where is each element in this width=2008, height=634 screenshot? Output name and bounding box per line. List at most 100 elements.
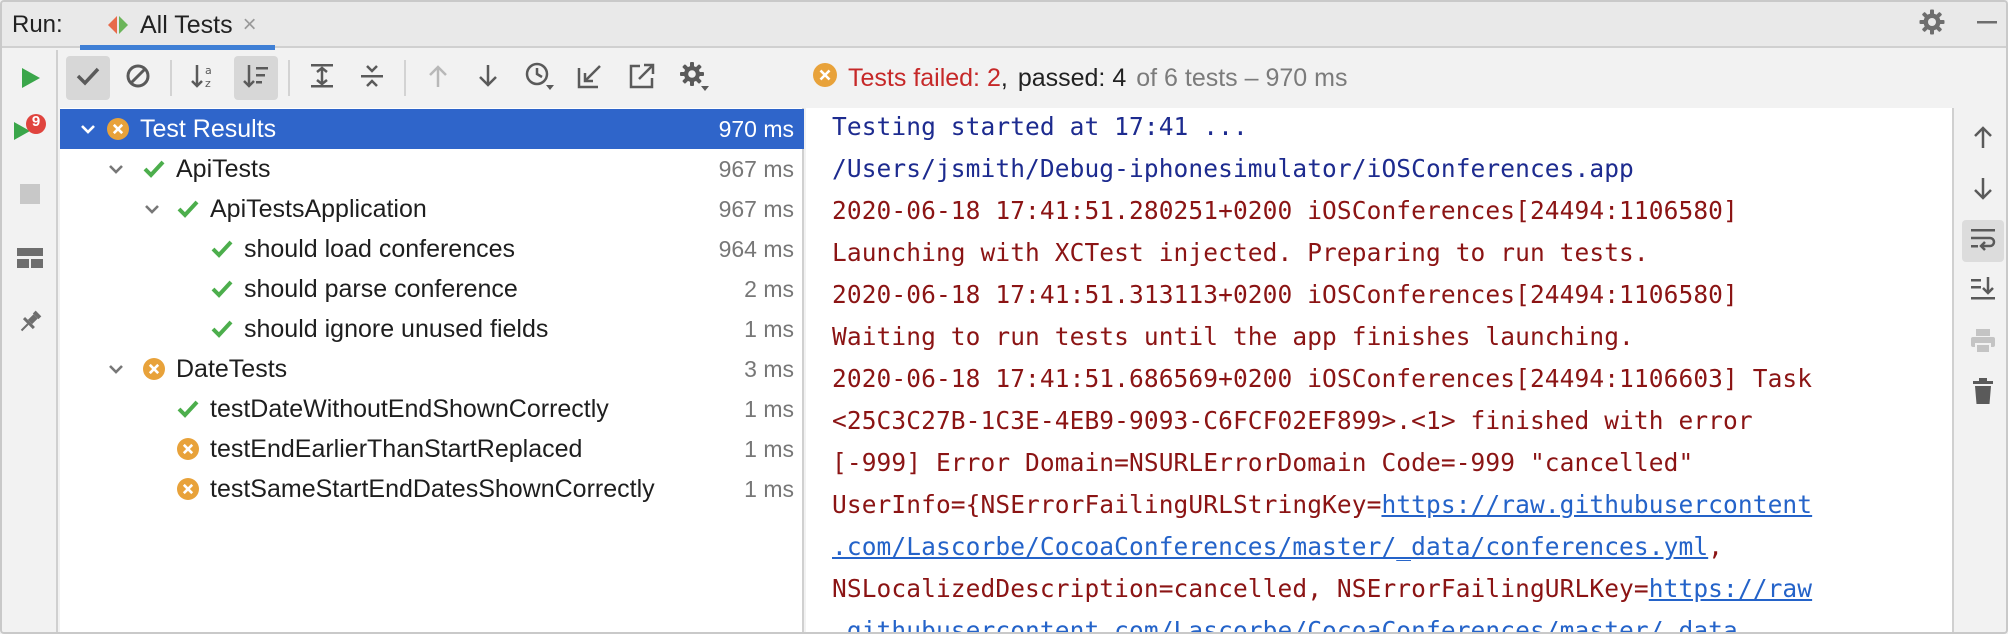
pin-button[interactable] [10,304,50,344]
previous-failed-button[interactable] [416,56,460,100]
failed-icon [176,437,200,461]
tree-row-label: should parse conference [244,275,518,303]
total-duration: of 6 tests – 970 ms [1136,64,1348,92]
import-tests-button[interactable] [568,56,612,100]
export-tests-button[interactable] [620,56,664,100]
tree-row[interactable]: Test Results 970 ms [60,109,804,149]
tree-row-duration: 964 ms [718,236,794,262]
rerun-button[interactable] [10,60,50,100]
expand-all-button[interactable] [300,56,344,100]
console-line: NSLocalizedDescription=cancelled, NSErro… [832,574,1812,603]
arrow-down-icon [475,63,501,94]
sort-by-duration-button[interactable] [234,56,278,100]
failed-status-icon [812,62,838,95]
layout-button[interactable] [10,240,50,280]
tree-row[interactable]: should load conferences 964 ms [60,229,804,269]
tree-row[interactable]: should ignore unused fields 1 ms [60,309,804,349]
next-failed-button[interactable] [466,56,510,100]
svg-text:a: a [205,64,212,77]
tree-row[interactable]: testDateWithoutEndShownCorrectly 1 ms [60,389,804,429]
history-icon [524,61,556,96]
stop-button[interactable] [10,176,50,216]
console-line: UserInfo={NSErrorFailingURLStringKey=htt… [832,490,1812,519]
url-link[interactable]: .githubusercontent.com/Lascorbe/CocoaCon… [832,616,1738,632]
chevron-down-icon[interactable] [106,159,126,179]
print-button[interactable] [1962,322,2004,364]
tree-row[interactable]: testSameStartEndDatesShownCorrectly 1 ms [60,469,804,509]
show-ignored-button[interactable] [116,56,160,100]
failed-count: Tests failed: 2 [848,64,1001,92]
gear-icon[interactable] [1918,8,1946,41]
import-icon [576,62,604,95]
tree-row[interactable]: ApiTestsApplication 967 ms [60,189,804,229]
tree-row[interactable]: DateTests 3 ms [60,349,804,389]
url-link[interactable]: https://raw [1649,574,1812,603]
tree-row-duration: 1 ms [744,396,794,422]
tree-row[interactable]: testEndEarlierThanStartReplaced 1 ms [60,429,804,469]
settings-button[interactable] [672,56,716,100]
tree-row-duration: 2 ms [744,276,794,302]
sort-duration-icon [242,62,270,95]
minimize-icon[interactable] [1976,11,1998,38]
console-line: Waiting to run tests until the app finis… [832,322,1634,351]
chevron-down-icon[interactable] [78,119,98,139]
play-icon [17,65,43,96]
expand-all-icon [308,62,336,95]
sort-alpha-icon: a z [190,62,218,95]
console-line: .com/Lascorbe/CocoaConferences/master/_d… [832,532,1723,561]
tree-row-duration: 970 ms [718,116,794,142]
tree-row-label: ApiTests [176,155,271,183]
show-passed-button[interactable] [66,56,110,100]
console-line: [-999] Error Domain=NSURLErrorDomain Cod… [832,448,1694,477]
scroll-to-end-button[interactable] [1962,270,2004,312]
check-icon [142,157,166,181]
tree-row-duration: 1 ms [744,476,794,502]
arrow-down-icon [1971,176,1995,207]
failed-icon [106,117,130,141]
console-line: 2020-06-18 17:41:51.686569+0200 iOSConfe… [832,364,1813,393]
print-icon [1969,327,1997,360]
tree-row[interactable]: should parse conference 2 ms [60,269,804,309]
status-separator: , [1000,64,1008,92]
check-icon [75,64,101,93]
tree-row-label: should ignore unused fields [244,315,549,343]
collapse-all-button[interactable] [350,56,394,100]
scroll-up-button[interactable] [1962,118,2004,160]
soft-wrap-button[interactable] [1962,220,2004,262]
stop-icon [19,183,41,210]
scroll-down-button[interactable] [1962,170,2004,212]
url-link[interactable]: .com/Lascorbe/CocoaConferences/master/_d… [832,532,1708,561]
arrow-up-icon [425,63,451,94]
url-link[interactable]: https://raw.githubusercontent [1381,490,1812,519]
tree-row-duration: 1 ms [744,316,794,342]
console-line: <25C3C27B-1C3E-4EB9-9093-C6FCF02EF899>.<… [832,406,1753,435]
arrow-up-icon [1971,124,1995,155]
check-icon [210,277,234,301]
chevron-down-icon[interactable] [142,199,162,219]
test-history-button[interactable] [518,56,562,100]
console-text: UserInfo={NSErrorFailingURLStringKey= [832,490,1382,519]
pin-icon [16,308,44,341]
rerun-failed-button[interactable]: 9 [10,110,50,150]
test-status-summary: Tests failed: 2, passed: 4 of 6 tests – … [812,62,1347,95]
console-line: 2020-06-18 17:41:51.280251+0200 iOSConfe… [832,196,1738,225]
chevron-down-icon[interactable] [106,359,126,379]
test-tree: Test Results 970 ms ApiTests 967 ms ApiTests… [60,108,804,632]
tab-close-icon[interactable]: × [243,13,257,37]
console-line: Testing started at 17:41 ... [832,112,1248,141]
tab-all-tests[interactable]: All Tests × [80,2,275,50]
tab-label: All Tests [140,10,233,39]
tree-row-label: should load conferences [244,235,516,263]
tree-row-label: testDateWithoutEndShownCorrectly [210,395,609,423]
clear-all-button[interactable] [1962,372,2004,414]
svg-text:z: z [205,77,211,90]
check-icon [176,397,200,421]
run-label: Run: [12,11,63,38]
sort-alphabetically-button[interactable]: a z [182,56,226,100]
test-toolbar: a z Tests failed: 2, passed: 4 of 6 test… [60,50,2006,108]
tree-row-duration: 3 ms [744,356,794,382]
tree-row[interactable]: ApiTests 967 ms [60,149,804,189]
rerun-failed-badge: 9 [31,113,41,130]
tree-row-label: ApiTestsApplication [210,195,427,223]
failed-icon [142,357,166,381]
